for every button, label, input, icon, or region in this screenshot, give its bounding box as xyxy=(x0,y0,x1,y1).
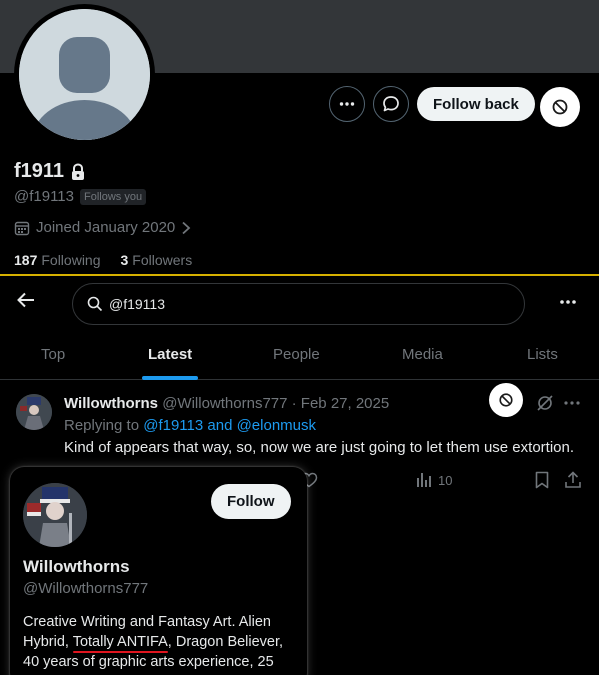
bio-line-2-pre: Hybrid, xyxy=(23,634,73,650)
follow-back-button[interactable]: Follow back xyxy=(417,87,535,121)
handle-row: @f19113 Follows you xyxy=(14,188,147,205)
following-count: 187 xyxy=(14,252,38,268)
views-button[interactable]: 10 xyxy=(416,472,452,488)
bio-line-2: Hybrid, Totally ANTIFA, Dragon Believer, xyxy=(23,632,298,652)
joined-text: Joined January 2020 xyxy=(36,219,176,236)
profile-handle: @f19113 xyxy=(14,188,74,205)
share-button[interactable] xyxy=(564,471,582,494)
tweet-text: Kind of appears that way, so, now we are… xyxy=(64,439,575,456)
bookmark-icon xyxy=(535,471,549,489)
follow-stats: 187 Following 3 Followers xyxy=(14,252,192,268)
bio-line-3: 40 years of graphic arts experience, 25 xyxy=(23,654,274,670)
active-tab-indicator xyxy=(142,376,198,380)
hover-card-avatar[interactable] xyxy=(23,483,87,547)
search-query: @f19113 xyxy=(109,296,165,312)
display-name-row: f1911 xyxy=(14,160,86,183)
grok-button[interactable] xyxy=(536,394,554,417)
more-icon xyxy=(560,300,576,304)
views-icon xyxy=(417,473,431,487)
chevron-right-icon xyxy=(182,221,191,234)
bookmark-button[interactable] xyxy=(534,471,550,494)
followers-count: 3 xyxy=(120,252,129,268)
calendar-icon xyxy=(14,221,30,235)
bio-line-2-post: , Dragon Believer, xyxy=(167,634,284,650)
more-icon xyxy=(564,401,580,405)
profile-avatar[interactable] xyxy=(19,9,150,140)
block-icon xyxy=(499,393,513,407)
user-hover-card: Follow Willowthorns @Willowthorns777 Cre… xyxy=(10,467,307,675)
back-button[interactable] xyxy=(16,290,36,315)
views-count: 10 xyxy=(438,472,453,488)
more-icon xyxy=(339,102,355,106)
replying-to: Replying to @f19113 and @elonmusk xyxy=(64,417,316,434)
search-input[interactable]: @f19113 xyxy=(72,283,525,325)
user-avatar-icon xyxy=(23,483,87,547)
search-more-button[interactable] xyxy=(558,292,578,317)
tweet-more-button[interactable] xyxy=(563,396,581,415)
bio-highlighted-text: Totally ANTIFA xyxy=(72,634,168,650)
display-name: f1911 xyxy=(14,160,65,182)
search-icon xyxy=(87,296,103,312)
followers-stat[interactable]: 3 Followers xyxy=(121,252,193,268)
tweet-author-avatar[interactable] xyxy=(16,394,52,430)
tab-lists[interactable]: Lists xyxy=(527,346,558,363)
share-icon xyxy=(565,471,581,488)
lock-icon xyxy=(72,162,85,180)
following-stat[interactable]: 187 Following xyxy=(14,252,101,268)
tab-media[interactable]: Media xyxy=(402,346,443,363)
tweet-author-name[interactable]: Willowthorns xyxy=(64,395,158,412)
message-button[interactable] xyxy=(373,86,409,122)
hover-card-handle[interactable]: @Willowthorns777 xyxy=(23,580,148,597)
following-label: Following xyxy=(41,252,101,268)
hover-card-bio: Creative Writing and Fantasy Art. Alien … xyxy=(23,612,298,672)
tweet-header: Willowthorns @Willowthorns777 · Feb 27, … xyxy=(64,395,389,412)
tab-top[interactable]: Top xyxy=(41,346,65,363)
hover-card-name[interactable]: Willowthorns xyxy=(23,557,130,577)
hover-card-follow-button[interactable]: Follow xyxy=(211,484,291,519)
tab-latest[interactable]: Latest xyxy=(148,346,192,363)
tweet-meta[interactable]: @Willowthorns777 · Feb 27, 2025 xyxy=(162,395,389,412)
block-button[interactable] xyxy=(540,87,580,127)
screenshot-divider xyxy=(0,274,599,276)
tab-people[interactable]: People xyxy=(273,346,320,363)
user-avatar-icon xyxy=(16,394,52,430)
follows-you-badge: Follows you xyxy=(80,188,147,205)
bio-line-1: Creative Writing and Fantasy Art. Alien xyxy=(23,614,271,630)
message-icon xyxy=(383,96,399,112)
more-options-button[interactable] xyxy=(329,86,365,122)
joined-date[interactable]: Joined January 2020 xyxy=(14,219,191,236)
block-user-button[interactable] xyxy=(489,383,523,417)
replying-prefix: Replying to xyxy=(64,417,140,434)
search-tabs: Top Latest People Media Lists xyxy=(0,330,599,380)
back-arrow-icon xyxy=(17,292,34,308)
followers-label: Followers xyxy=(132,252,193,268)
replying-mentions[interactable]: @f19113 and @elonmusk xyxy=(143,417,316,434)
default-avatar-icon xyxy=(19,9,150,140)
grok-icon xyxy=(537,395,553,411)
block-icon xyxy=(552,99,568,115)
